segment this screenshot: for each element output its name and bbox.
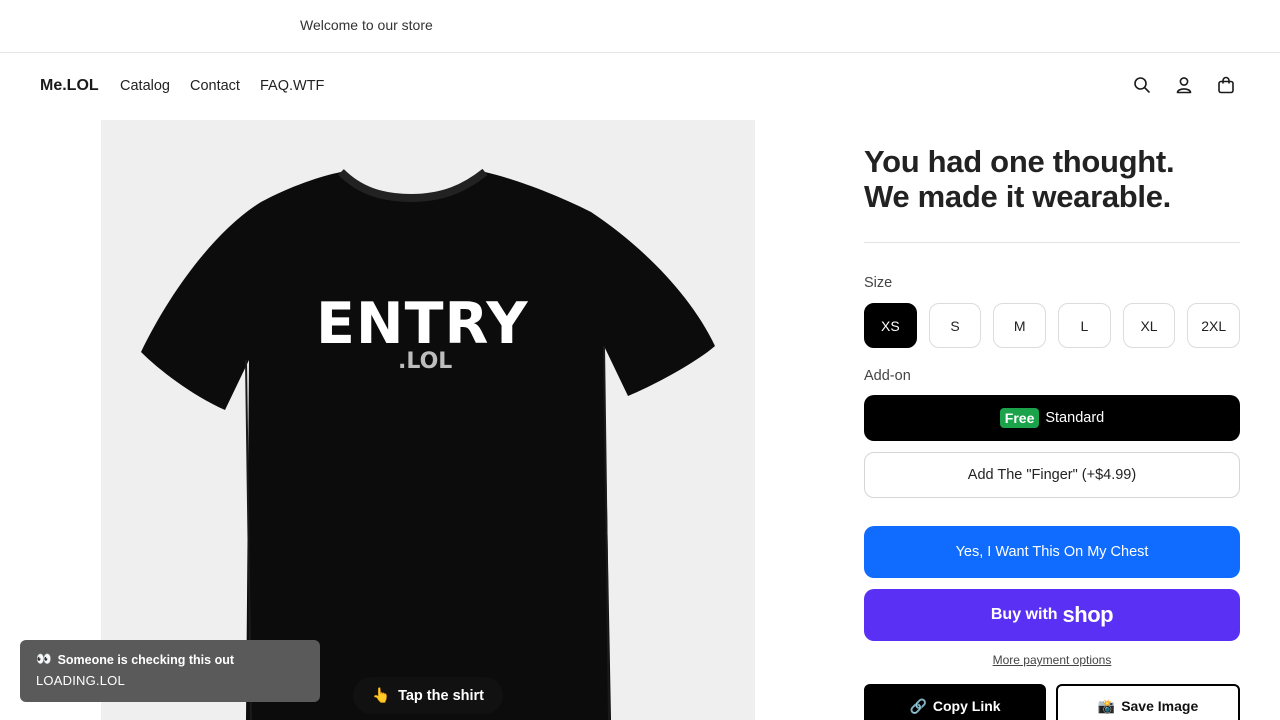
header-icons xyxy=(1132,75,1236,95)
size-label: Size xyxy=(864,275,893,291)
toast-status: LOADING.LOL xyxy=(36,673,125,688)
nav-link-catalog[interactable]: Catalog xyxy=(120,78,170,94)
site-header: Me.LOL Catalog Contact FAQ.WTF xyxy=(0,53,1280,119)
product-title-line1: You had one thought. xyxy=(864,144,1175,179)
link-icon: 🔗 xyxy=(909,697,927,714)
shop-logo: shop xyxy=(1062,602,1114,627)
announcement-bar: Welcome to our store xyxy=(0,0,1280,53)
product-title-line2: We made it wearable. xyxy=(864,179,1171,214)
toast-message: Someone is checking this out xyxy=(57,652,235,667)
addon-finger-option[interactable]: Add The "Finger" (+$4.99) xyxy=(864,452,1240,498)
announcement-text: Welcome to our store xyxy=(300,17,433,33)
pointing-hand-icon: 👆 xyxy=(372,688,391,704)
product-info: You had one thought. We made it wearable… xyxy=(864,120,1241,720)
addon-standard-label: Standard xyxy=(1045,410,1105,426)
shirt-print-sub: .LOL xyxy=(398,349,453,374)
activity-toast: 👀 Someone is checking this out LOADING.L… xyxy=(20,640,320,702)
store-logo[interactable]: Me.LOL xyxy=(40,77,99,95)
copy-link-button[interactable]: 🔗 Copy Link xyxy=(864,684,1046,720)
addon-label: Add-on xyxy=(864,368,911,384)
search-icon[interactable] xyxy=(1132,75,1152,95)
tshirt-illustration[interactable] xyxy=(101,120,755,720)
product-image[interactable]: ENTRY .LOL xyxy=(101,120,755,720)
share-buttons: 🔗 Copy Link 📸 Save Image xyxy=(864,684,1240,720)
nav-link-contact[interactable]: Contact xyxy=(190,78,240,94)
copy-link-label: Copy Link xyxy=(932,698,1001,714)
size-option-s[interactable]: S xyxy=(928,303,982,348)
nav-link-faq[interactable]: FAQ.WTF xyxy=(260,78,324,94)
shirt-print-main: ENTRY xyxy=(316,291,529,357)
addon-standard-option[interactable]: Free Standard xyxy=(864,395,1240,441)
account-icon[interactable] xyxy=(1174,75,1194,95)
divider xyxy=(864,242,1240,243)
tap-shirt-label: Tap the shirt xyxy=(398,687,484,704)
size-option-xl[interactable]: XL xyxy=(1122,303,1176,348)
buy-with-shop-button[interactable]: Buy with shop xyxy=(864,589,1240,641)
save-image-button[interactable]: 📸 Save Image xyxy=(1056,684,1240,720)
cart-icon[interactable] xyxy=(1216,75,1236,95)
size-option-2xl[interactable]: 2XL xyxy=(1187,303,1241,348)
size-option-l[interactable]: L xyxy=(1058,303,1111,348)
camera-icon: 📸 xyxy=(1097,697,1116,714)
add-to-cart-button[interactable]: Yes, I Want This On My Chest xyxy=(864,526,1240,578)
more-payment-options-link[interactable]: More payment options xyxy=(864,653,1240,667)
size-option-xs[interactable]: XS xyxy=(864,303,917,348)
size-selector: XS S M L XL 2XL xyxy=(864,303,1241,348)
free-badge: Free xyxy=(999,408,1040,428)
save-image-label: Save Image xyxy=(1121,698,1199,714)
size-option-m[interactable]: M xyxy=(993,303,1047,348)
eyes-icon: 👀 xyxy=(36,652,52,666)
main-nav: Catalog Contact FAQ.WTF xyxy=(120,78,344,94)
tap-shirt-button[interactable]: 👆 Tap the shirt xyxy=(353,677,503,714)
shop-prefix: Buy with xyxy=(990,606,1058,623)
product-title: You had one thought. We made it wearable… xyxy=(864,144,1240,214)
